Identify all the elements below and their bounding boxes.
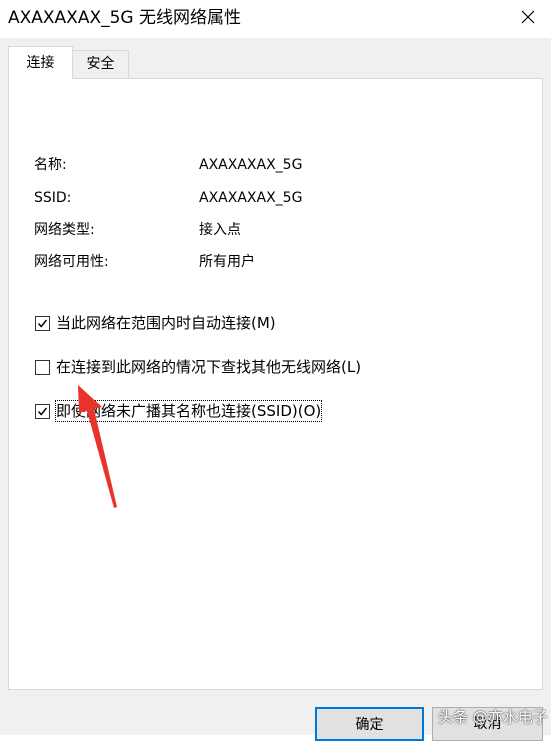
property-value: AXAXAXAX_5G: [199, 157, 303, 173]
close-button[interactable]: [505, 0, 551, 34]
properties-window: AXAXAXAX_5G 无线网络属性 连接 安全 名称: AXAXAXAX_5G …: [0, 0, 551, 741]
tab-connection[interactable]: 连接: [8, 46, 73, 79]
auto-connect-option[interactable]: 当此网络在范围内时自动连接(M): [35, 313, 276, 333]
property-label: 网络可用性:: [34, 254, 109, 270]
auto-connect-label[interactable]: 当此网络在范围内时自动连接(M): [56, 313, 276, 333]
search-other-networks-checkbox[interactable]: [35, 359, 50, 375]
property-availability-row: 网络可用性: 所有用户: [34, 252, 255, 272]
tab-security[interactable]: 安全: [72, 50, 129, 78]
property-label: 网络类型:: [34, 222, 95, 238]
dialog-body: 连接 安全 名称: AXAXAXAX_5G SSID: AXAXAXAX_5G 网络…: [0, 38, 551, 741]
property-network-type-row: 网络类型: 接入点: [34, 220, 241, 240]
connect-hidden-ssid-checkbox[interactable]: [35, 403, 50, 419]
red-arrow-annotation: [78, 385, 117, 508]
ok-button[interactable]: 确定: [315, 707, 424, 741]
watermark: 头条 @亦水电子: [438, 708, 548, 726]
search-other-networks-label[interactable]: 在连接到此网络的情况下查找其他无线网络(L): [56, 357, 361, 377]
property-label: SSID:: [34, 190, 72, 206]
title-bar: AXAXAXAX_5G 无线网络属性: [0, 0, 551, 38]
property-name-row: 名称: AXAXAXAX_5G: [34, 155, 302, 175]
auto-connect-checkbox[interactable]: [35, 315, 50, 331]
property-value: 接入点: [199, 222, 241, 238]
close-icon: [521, 10, 535, 24]
property-value: 所有用户: [199, 254, 255, 270]
property-value: AXAXAXAX_5G: [199, 190, 303, 206]
window-title: AXAXAXAX_5G 无线网络属性: [8, 8, 241, 28]
property-label: 名称:: [34, 157, 67, 173]
search-other-networks-option[interactable]: 在连接到此网络的情况下查找其他无线网络(L): [35, 357, 361, 377]
checkmark-icon: [37, 407, 48, 416]
checkmark-icon: [37, 319, 48, 328]
property-ssid-row: SSID: AXAXAXAX_5G: [34, 188, 302, 208]
